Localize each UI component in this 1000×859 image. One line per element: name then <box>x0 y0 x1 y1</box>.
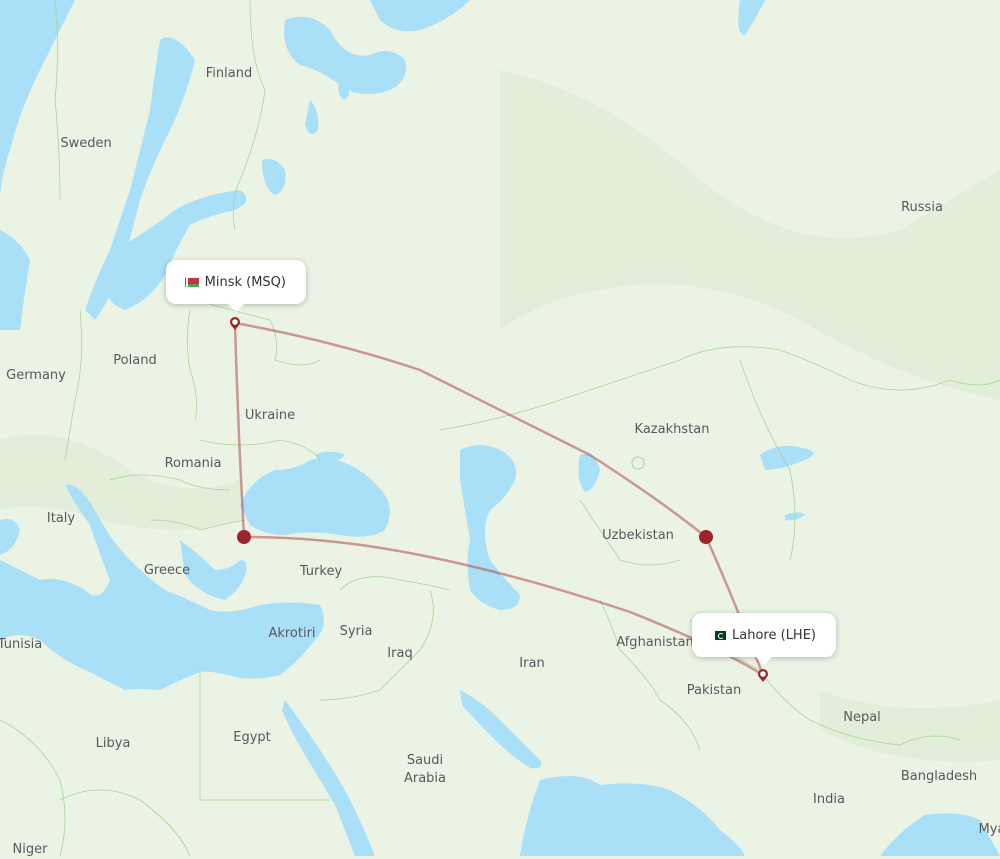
country-label-iran: Iran <box>519 656 545 671</box>
country-label-bangladesh: Bangladesh <box>900 769 978 784</box>
country-label-uzbekistan: Uzbekistan <box>602 528 674 543</box>
country-label-egypt: Egypt <box>233 730 271 745</box>
country-label-pakistan: Pakistan <box>686 683 742 698</box>
map-canvas[interactable] <box>0 0 1000 856</box>
country-label-afghanistan: Afghanistan <box>616 635 694 650</box>
country-label-ukraine: Ukraine <box>244 408 296 423</box>
country-label-iraq: Iraq <box>387 646 413 661</box>
pakistan-flag-icon <box>712 630 727 640</box>
country-label-india: India <box>813 792 845 807</box>
country-label-tunisia: Tunisia <box>0 637 43 652</box>
country-label-germany: Germany <box>6 368 66 383</box>
country-label-poland: Poland <box>113 353 157 368</box>
belarus-flag-icon <box>186 277 199 287</box>
country-label-niger: Niger <box>12 842 48 857</box>
country-label-saudi-arabia: Saudi Arabia <box>403 753 447 786</box>
country-label-russia: Russia <box>901 200 943 215</box>
country-label-syria: Syria <box>339 624 373 639</box>
country-label-finland: Finland <box>205 66 253 81</box>
stopover-marker-tashkent[interactable] <box>699 530 713 544</box>
country-label-akrotiri: Akrotiri <box>268 626 316 641</box>
origin-airport-popup[interactable]: Minsk (MSQ) <box>166 260 306 312</box>
country-label-romania: Romania <box>164 456 222 471</box>
stopover-marker-istanbul[interactable] <box>237 530 251 544</box>
country-label-sweden: Sweden <box>60 136 112 151</box>
origin-airport-label: Minsk (MSQ) <box>204 274 286 290</box>
country-label-kazakhstan: Kazakhstan <box>634 422 710 437</box>
country-label-nepal: Nepal <box>843 710 881 725</box>
destination-airport-label: Lahore (LHE) <box>732 627 816 643</box>
country-label-libya: Libya <box>95 736 131 751</box>
country-label-turkey: Turkey <box>299 564 343 579</box>
country-label-myanmar: Mya <box>978 822 1000 837</box>
country-label-italy: Italy <box>46 511 76 526</box>
destination-airport-popup[interactable]: Lahore (LHE) <box>692 613 836 665</box>
country-label-greece: Greece <box>143 563 191 578</box>
